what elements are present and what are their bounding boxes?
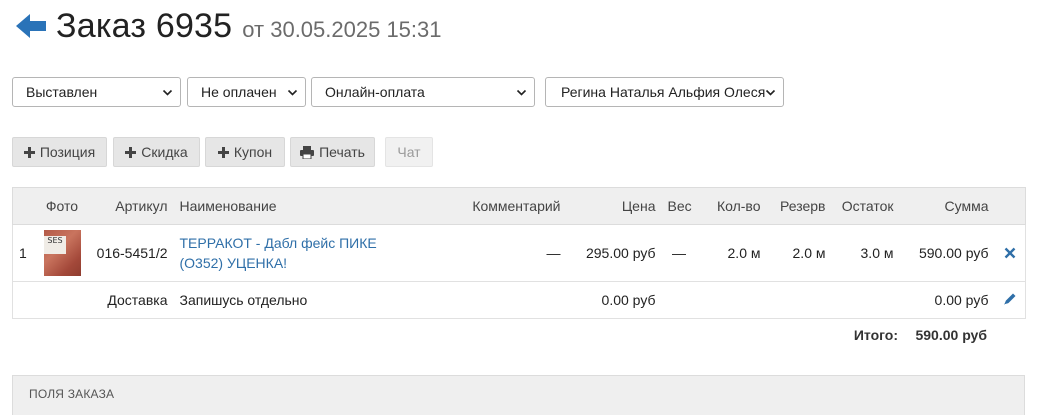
col-qty: Кол-во bbox=[696, 187, 767, 225]
col-price: Цена bbox=[566, 187, 662, 225]
col-name: Наименование bbox=[173, 187, 389, 225]
payment-status-select[interactable]: Не оплачен bbox=[187, 77, 306, 107]
status-select[interactable]: Выставлен bbox=[12, 77, 181, 107]
page-title: Заказ 6935 bbox=[56, 6, 233, 45]
col-comment: Комментарий bbox=[388, 187, 567, 225]
manager-select[interactable]: Регина Наталья Альфия Олеся bbox=[545, 77, 784, 107]
col-weight: Вес bbox=[661, 187, 697, 225]
price-cell: 295.00 руб bbox=[566, 224, 662, 282]
row-index: 1 bbox=[12, 224, 35, 282]
printer-icon bbox=[300, 145, 315, 159]
order-total: Итого: 590.00 руб bbox=[12, 327, 1025, 345]
col-actions bbox=[994, 187, 1026, 225]
delivery-price: 0.00 руб bbox=[566, 281, 662, 319]
row-actions-cell bbox=[994, 224, 1026, 282]
chat-label: Чат bbox=[397, 144, 421, 160]
delivery-name: Запишусь отдельно bbox=[173, 281, 389, 319]
order-date: от 30.05.2025 15:31 bbox=[242, 17, 442, 42]
photo-cell: SES bbox=[34, 224, 90, 282]
add-coupon-label: Купон bbox=[233, 144, 273, 160]
delivery-row: Доставка Запишусь отдельно 0.00 руб 0.00… bbox=[12, 281, 1026, 319]
status-select-value: Выставлен bbox=[26, 84, 98, 100]
back-arrow-icon[interactable] bbox=[14, 9, 48, 43]
order-fields-panel-header[interactable]: Поля заказа bbox=[12, 375, 1025, 415]
name-cell: ТЕРРАКОТ - Дабл фейс ПИКЕ (О352) УЦЕНКА! bbox=[173, 224, 389, 282]
reserve-cell: 2.0 м bbox=[766, 224, 832, 282]
add-position-label: Позиция bbox=[39, 144, 96, 160]
chevron-down-icon bbox=[765, 89, 776, 96]
col-sum: Сумма bbox=[899, 187, 995, 225]
col-index bbox=[12, 187, 35, 225]
total-value: 590.00 руб bbox=[915, 327, 987, 343]
col-sku: Артикул bbox=[89, 187, 174, 225]
weight-cell: — bbox=[661, 224, 697, 282]
col-stock: Остаток bbox=[831, 187, 900, 225]
add-discount-button[interactable]: Скидка bbox=[113, 137, 200, 167]
delivery-sum: 0.00 руб bbox=[899, 281, 995, 319]
payment-method-value: Онлайн-оплата bbox=[325, 84, 425, 100]
close-icon[interactable] bbox=[1004, 246, 1016, 262]
col-reserve: Резерв bbox=[766, 187, 832, 225]
sku-cell: 016-5451/2 bbox=[89, 224, 174, 282]
delivery-index-cell bbox=[12, 281, 35, 319]
total-label: Итого: bbox=[853, 327, 898, 343]
delivery-actions-cell bbox=[994, 281, 1026, 319]
print-button[interactable]: Печать bbox=[290, 137, 375, 167]
delivery-empty-cell bbox=[661, 281, 900, 319]
pencil-icon[interactable] bbox=[1003, 292, 1017, 309]
print-label: Печать bbox=[319, 144, 365, 160]
plus-icon bbox=[217, 146, 229, 158]
chevron-down-icon bbox=[162, 89, 173, 96]
qty-cell: 2.0 м bbox=[696, 224, 767, 282]
col-photo: Фото bbox=[34, 187, 90, 225]
product-name-link[interactable]: ТЕРРАКОТ - Дабл фейс ПИКЕ (О352) УЦЕНКА! bbox=[180, 233, 383, 273]
product-thumbnail[interactable]: SES bbox=[43, 230, 81, 276]
payment-method-select[interactable]: Онлайн-оплата bbox=[311, 77, 535, 107]
chat-button[interactable]: Чат bbox=[385, 137, 433, 167]
add-position-button[interactable]: Позиция bbox=[12, 137, 107, 167]
manager-select-value: Регина Наталья Альфия Олеся bbox=[561, 84, 766, 100]
chevron-down-icon bbox=[516, 89, 527, 96]
sum-cell: 590.00 руб bbox=[899, 224, 995, 282]
chevron-down-icon bbox=[287, 89, 298, 96]
stock-cell: 3.0 м bbox=[831, 224, 900, 282]
order-items-table: Фото Артикул Наименование Комментарий Це… bbox=[12, 187, 1026, 319]
add-discount-label: Скидка bbox=[141, 144, 188, 160]
thumbnail-label: SES bbox=[43, 236, 66, 254]
add-coupon-button[interactable]: Купон bbox=[205, 137, 285, 167]
delivery-comment-cell bbox=[388, 281, 567, 319]
plus-icon bbox=[23, 146, 35, 158]
plus-icon bbox=[125, 146, 137, 158]
delivery-label: Доставка bbox=[34, 281, 174, 319]
table-header-row: Фото Артикул Наименование Комментарий Це… bbox=[12, 187, 1026, 225]
table-row: 1 SES 016-5451/2 ТЕРРАКОТ - Дабл фейс ПИ… bbox=[12, 224, 1026, 282]
comment-cell: — bbox=[388, 224, 567, 282]
payment-status-value: Не оплачен bbox=[201, 84, 277, 100]
page-header: Заказ 6935 от 30.05.2025 15:31 bbox=[14, 4, 442, 48]
